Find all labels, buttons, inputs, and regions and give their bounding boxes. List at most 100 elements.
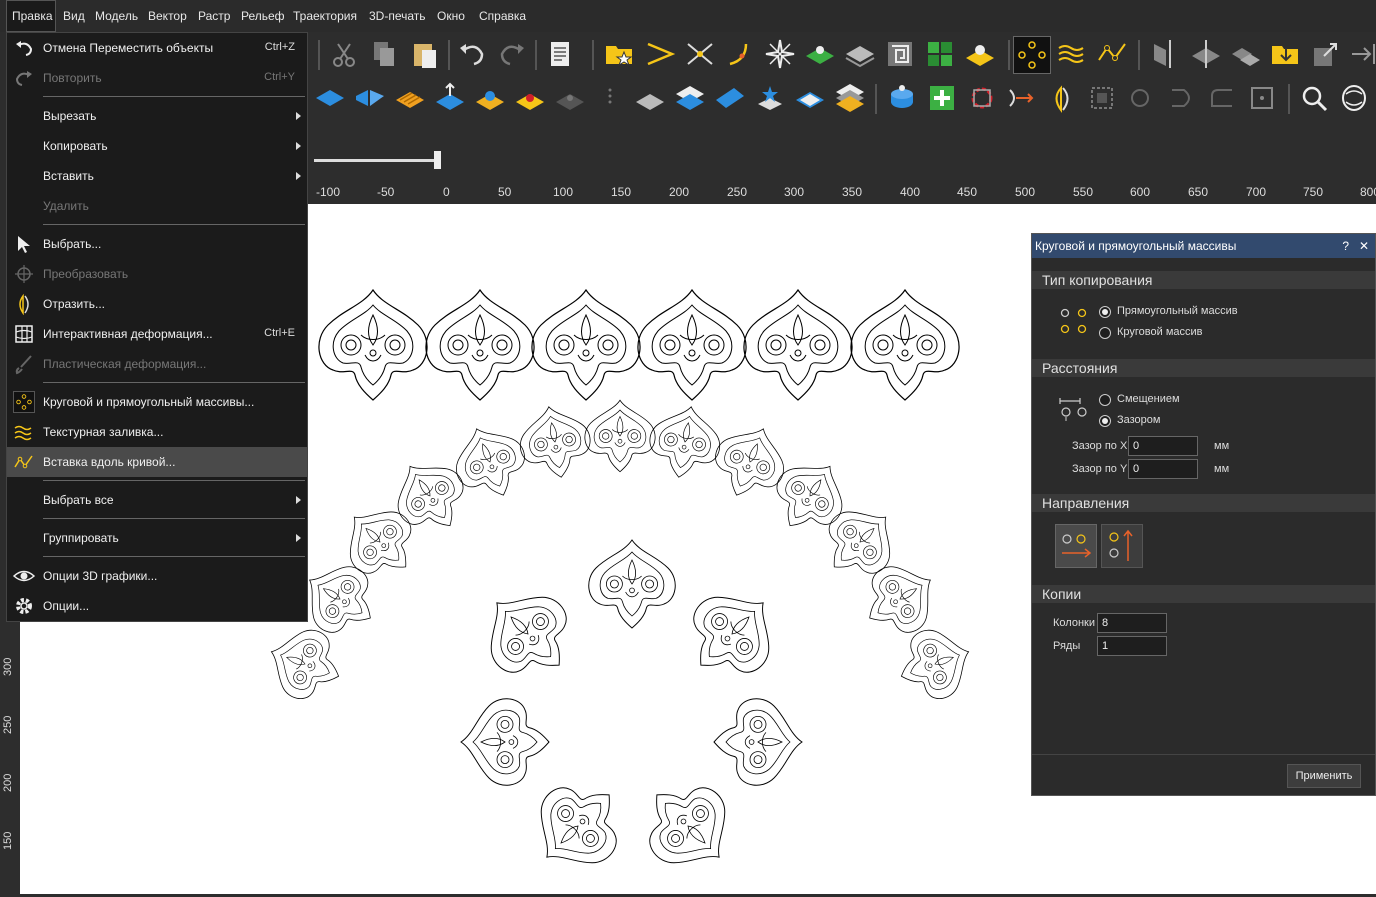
menu-item-select[interactable]: Выбрать... <box>7 229 307 259</box>
gap-x-input[interactable]: 0 <box>1128 436 1198 456</box>
view-3d-icon[interactable] <box>1336 80 1372 116</box>
angle-vector-icon[interactable] <box>642 36 678 72</box>
menu-raster[interactable]: Растр <box>198 0 230 32</box>
trim-vectors-icon[interactable] <box>682 36 718 72</box>
arc-bracket-icon[interactable] <box>1164 80 1200 116</box>
star-burst-icon[interactable] <box>762 36 798 72</box>
orange-stripes-icon[interactable] <box>392 80 428 116</box>
redo-icon[interactable] <box>494 36 530 72</box>
circle-arc-icon[interactable] <box>1124 80 1160 116</box>
array-tool-active[interactable] <box>1013 36 1051 74</box>
menu-item-plastic-warp[interactable]: Пластическая деформация... <box>7 349 307 379</box>
columns-input[interactable]: 8 <box>1097 613 1167 633</box>
close-button[interactable]: ✕ <box>1359 234 1369 258</box>
blue-tile-icon[interactable] <box>712 80 748 116</box>
notes-icon[interactable] <box>542 36 578 72</box>
menu-3dprint[interactable]: 3D-печать <box>369 0 426 32</box>
menu-window[interactable]: Окно <box>437 0 465 32</box>
wedge-icon[interactable] <box>632 80 668 116</box>
apply-button[interactable]: Применить <box>1287 764 1361 788</box>
menu-item-paste-along-curve[interactable]: Вставка вдоль кривой... <box>7 447 307 477</box>
menu-item-paste[interactable]: Вставить <box>7 161 307 191</box>
radio-circ-array[interactable] <box>1099 327 1111 339</box>
texture-fill-icon[interactable] <box>1055 36 1091 72</box>
blue-plane-icon[interactable] <box>312 80 348 116</box>
menu-shortcut: Ctrl+E <box>264 327 295 339</box>
mirror-arrow-icon[interactable] <box>1004 80 1040 116</box>
radio-gap[interactable] <box>1099 415 1111 427</box>
blue-star-icon[interactable] <box>752 80 788 116</box>
direction-up-button[interactable] <box>1101 524 1143 568</box>
help-button[interactable]: ? <box>1342 234 1349 258</box>
menu-item-redo[interactable]: Повторить Ctrl+Y <box>7 63 307 93</box>
square-frame-icon[interactable] <box>1084 80 1120 116</box>
zoom-icon[interactable] <box>1296 80 1332 116</box>
menu-item-group[interactable]: Группировать <box>7 523 307 553</box>
menu-help[interactable]: Справка <box>479 0 526 32</box>
warp-grid-icon <box>15 325 33 343</box>
toolbar-separator <box>1138 40 1140 70</box>
undo-icon[interactable] <box>454 36 490 72</box>
menu-item-mirror[interactable]: Отразить... <box>7 289 307 319</box>
pattern-icon[interactable] <box>882 36 918 72</box>
green-grid-icon[interactable] <box>922 36 958 72</box>
menu-view[interactable]: Вид <box>63 0 85 32</box>
export-icon[interactable] <box>1308 36 1344 72</box>
menu-item-3d-options[interactable]: Опции 3D графики... <box>7 561 307 591</box>
import-folder-icon[interactable] <box>1268 36 1304 72</box>
layers-icon[interactable] <box>842 36 878 72</box>
menu-vector[interactable]: Вектор <box>148 0 187 32</box>
blue-bucket-icon[interactable] <box>884 80 920 116</box>
menu-item-arrays[interactable]: Круговой и прямоугольный массивы... <box>7 387 307 417</box>
menu-item-options[interactable]: Опции... <box>7 591 307 621</box>
open-folder-star-icon[interactable] <box>602 36 638 72</box>
green-plus-icon[interactable] <box>924 80 960 116</box>
paste-along-curve-icon[interactable] <box>1095 36 1131 72</box>
mirror-icon[interactable] <box>1044 80 1080 116</box>
menu-item-transform[interactable]: Преобразовать <box>7 259 307 289</box>
gap-y-input[interactable]: 0 <box>1128 459 1198 479</box>
gold-target-icon[interactable] <box>472 80 508 116</box>
menu-item-delete[interactable]: Удалить <box>7 191 307 221</box>
menu-model[interactable]: Модель <box>95 0 138 32</box>
menu-item-texture-fill[interactable]: Текстурная заливка... <box>7 417 307 447</box>
grey-plane-icon[interactable] <box>552 80 588 116</box>
arrow-right-icon[interactable] <box>1346 36 1376 72</box>
zoom-slider[interactable] <box>308 140 1376 180</box>
layers-gold-icon[interactable] <box>832 80 868 116</box>
red-dot-plane-icon[interactable] <box>512 80 548 116</box>
radio-rect-array[interactable] <box>1099 306 1111 318</box>
white-plate-icon[interactable] <box>792 80 828 116</box>
red-gear-icon[interactable] <box>964 80 1000 116</box>
model-merge-icon[interactable] <box>1228 36 1264 72</box>
circular-array-icon <box>13 391 35 413</box>
cut-icon[interactable] <box>326 36 362 72</box>
ornament-circle <box>460 539 803 889</box>
rows-input[interactable]: 1 <box>1097 636 1167 656</box>
direction-right-button[interactable] <box>1055 524 1097 568</box>
stack-blue-icon[interactable] <box>672 80 708 116</box>
menu-item-copy[interactable]: Копировать <box>7 131 307 161</box>
slider-handle[interactable] <box>434 151 441 169</box>
menu-relief[interactable]: Рельеф <box>241 0 285 32</box>
menu-item-undo[interactable]: Отмена Переместить объекты Ctrl+Z <box>7 33 307 63</box>
model-split-icon[interactable] <box>1188 36 1224 72</box>
menu-item-select-all[interactable]: Выбрать все <box>7 485 307 515</box>
dotted-square-icon[interactable] <box>1244 80 1280 116</box>
green-dome-icon[interactable] <box>802 36 838 72</box>
yellow-dome-icon[interactable] <box>962 36 998 72</box>
radio-offset[interactable] <box>1099 394 1111 406</box>
menu-edit[interactable]: Правка <box>6 0 56 32</box>
blue-raise-icon[interactable] <box>432 80 468 116</box>
paste-icon[interactable] <box>406 36 442 72</box>
blue-fold-icon[interactable] <box>352 80 388 116</box>
copy-icon[interactable] <box>366 36 402 72</box>
rounded-bracket-icon[interactable] <box>1204 80 1240 116</box>
dotted-line-icon[interactable] <box>592 80 628 116</box>
menu-item-interactive-warp[interactable]: Интерактивная деформация... Ctrl+E <box>7 319 307 349</box>
menu-toolpaths[interactable]: Траектория <box>293 0 357 32</box>
slice-icon[interactable] <box>1148 36 1184 72</box>
menu-item-cut[interactable]: Вырезать <box>7 101 307 131</box>
curve-node-icon[interactable] <box>722 36 758 72</box>
eye-icon <box>13 570 35 582</box>
